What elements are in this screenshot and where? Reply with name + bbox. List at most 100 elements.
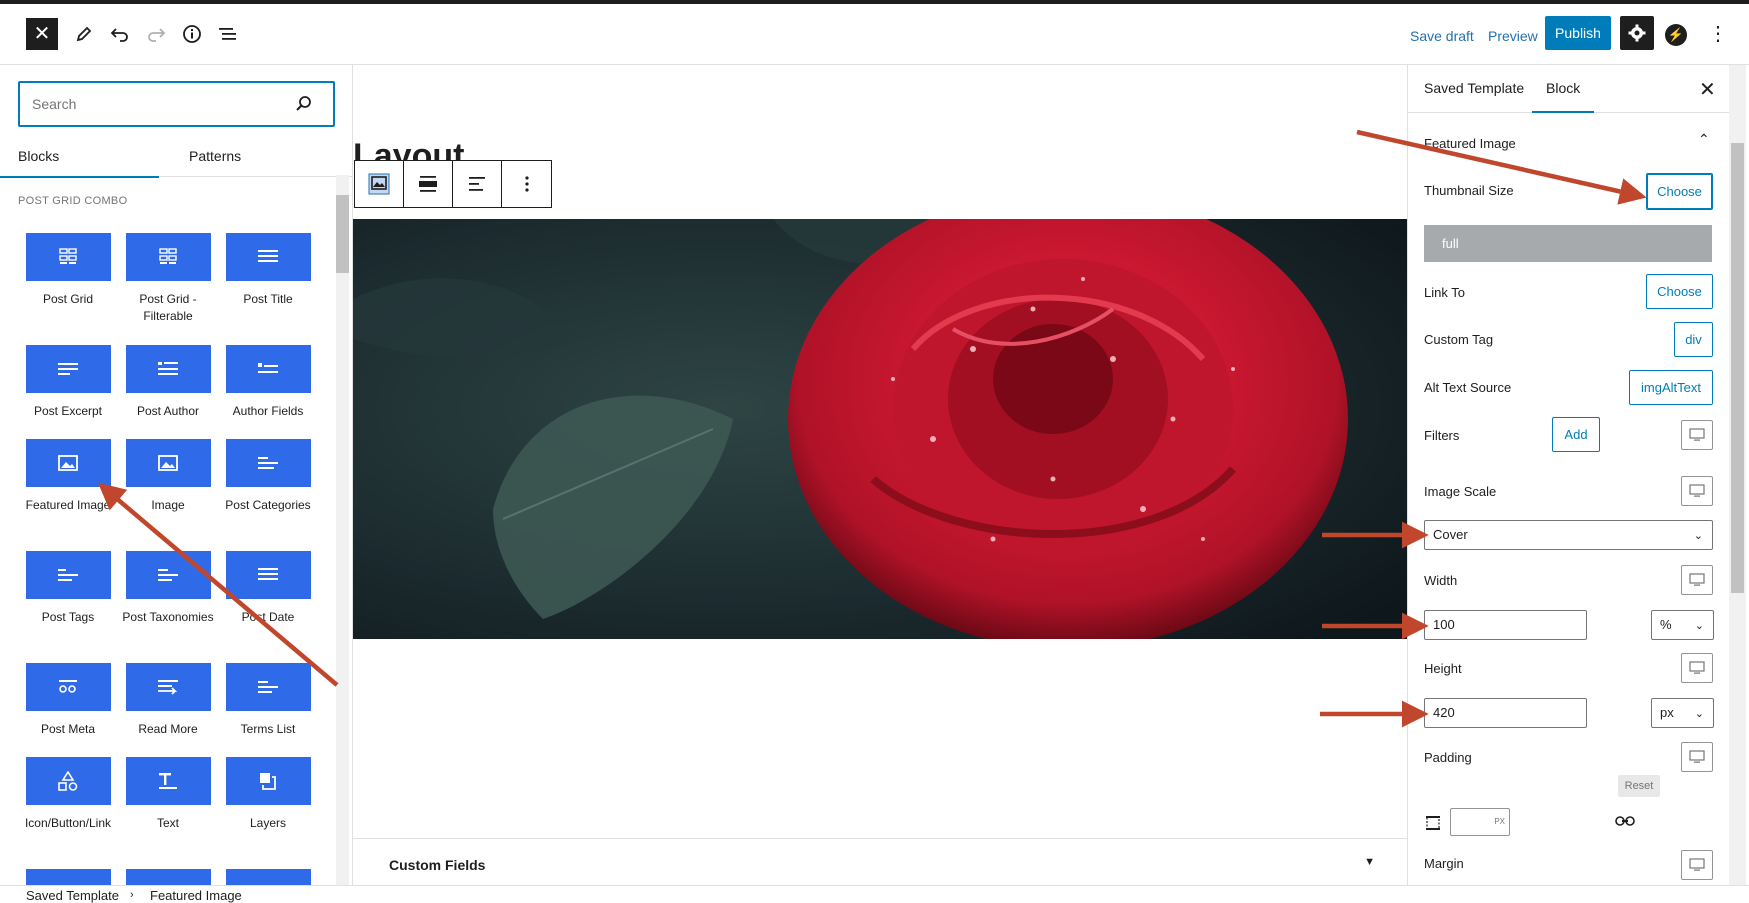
block-type-button[interactable] xyxy=(355,161,404,207)
width-input[interactable]: 100 xyxy=(1424,610,1587,640)
block-item[interactable]: Post Date xyxy=(218,551,318,626)
padding-input[interactable]: PX xyxy=(1450,808,1510,836)
block-icon xyxy=(25,869,111,885)
category-heading: POST GRID COMBO xyxy=(18,195,128,207)
responsive-device-button[interactable] xyxy=(1681,653,1713,683)
block-item[interactable]: Icon/Button/Link xyxy=(18,757,118,832)
chevron-down-icon: ⌄ xyxy=(1694,708,1704,720)
chevron-down-icon: ⌄ xyxy=(1693,530,1703,542)
responsive-device-button[interactable] xyxy=(1681,565,1713,595)
inserter-scrollbar[interactable] xyxy=(336,175,349,885)
tags-icon xyxy=(25,551,111,599)
align-wide-button[interactable] xyxy=(404,161,453,207)
featured-image-block[interactable] xyxy=(353,219,1407,639)
responsive-device-button[interactable] xyxy=(1681,476,1713,506)
inserter-scrollbar-thumb[interactable] xyxy=(336,195,349,273)
align-left-icon xyxy=(469,177,485,191)
undo-icon[interactable] xyxy=(106,20,134,48)
tab-blocks[interactable]: Blocks xyxy=(0,135,161,178)
block-item-label: Image xyxy=(151,498,185,512)
desktop-icon xyxy=(1689,750,1705,763)
chevron-up-icon[interactable]: ⌃ xyxy=(1698,131,1710,148)
block-item[interactable] xyxy=(118,869,218,885)
width-unit-select[interactable]: % ⌄ xyxy=(1651,610,1714,640)
block-item[interactable] xyxy=(218,869,318,885)
block-item-label: Post Categories xyxy=(225,498,311,512)
block-item[interactable]: Text xyxy=(118,757,218,832)
breadcrumb-item-saved-template[interactable]: Saved Template xyxy=(26,888,119,903)
block-item[interactable] xyxy=(18,869,118,885)
box-sides-icon[interactable] xyxy=(1424,814,1442,832)
tab-block[interactable]: Block xyxy=(1531,80,1595,113)
text-align-button[interactable] xyxy=(453,161,502,207)
desktop-icon xyxy=(1689,428,1705,441)
block-item[interactable]: Post Author xyxy=(118,345,218,420)
block-item[interactable]: Post Tags xyxy=(18,551,118,626)
thumbnail-size-value[interactable]: full xyxy=(1424,225,1712,262)
text-icon xyxy=(125,757,211,805)
block-icon xyxy=(125,869,211,885)
image-scale-select[interactable]: Cover ⌄ xyxy=(1424,520,1713,550)
close-icon[interactable]: ✕ xyxy=(1699,77,1716,102)
alt-text-source-button[interactable]: imgAltText xyxy=(1629,370,1713,405)
search-input[interactable] xyxy=(32,94,282,114)
block-item[interactable]: Post Excerpt xyxy=(18,345,118,420)
editor-canvas: Layout Custom Fields ▼ xyxy=(353,65,1407,885)
padding-reset-button[interactable]: Reset xyxy=(1618,775,1660,797)
terms-icon xyxy=(225,663,311,711)
block-item-label: Terms List xyxy=(240,722,296,736)
panel-title[interactable]: Featured Image xyxy=(1424,136,1516,151)
block-item-label: Post Grid - Filterable xyxy=(139,292,197,323)
responsive-device-button[interactable] xyxy=(1681,420,1713,450)
block-options-button[interactable] xyxy=(502,161,551,207)
block-item[interactable]: Post Categories xyxy=(218,439,318,514)
height-unit-select[interactable]: px ⌄ xyxy=(1651,698,1714,728)
tools-pencil-icon[interactable] xyxy=(70,20,98,48)
sidebar-scrollbar-thumb[interactable] xyxy=(1731,143,1744,593)
layers-icon xyxy=(225,757,311,805)
custom-tag-button[interactable]: div xyxy=(1674,322,1713,357)
more-options-icon[interactable]: ⋮ xyxy=(1708,24,1728,44)
alt-text-label: Alt Text Source xyxy=(1424,380,1512,395)
editor-top-bar: ✕ Save draft Preview Publish ⚡ ⋮ xyxy=(0,4,1749,65)
block-item[interactable]: Read More xyxy=(118,663,218,738)
responsive-device-button[interactable] xyxy=(1681,742,1713,772)
link-sides-icon[interactable] xyxy=(1615,814,1635,828)
tab-saved-template[interactable]: Saved Template xyxy=(1424,80,1524,96)
block-item-label: Post Meta xyxy=(40,722,96,736)
inserter-tabs: Blocks Patterns xyxy=(0,135,352,178)
align-wide-icon xyxy=(419,176,437,192)
settings-gear-button[interactable] xyxy=(1620,16,1654,50)
custom-fields-panel[interactable]: Custom Fields ▼ xyxy=(353,838,1407,885)
close-inserter-button[interactable]: ✕ xyxy=(26,18,58,50)
block-item[interactable]: Post Grid - Filterable xyxy=(118,233,218,325)
block-item[interactable]: Post Meta xyxy=(18,663,118,738)
padding-unit: PX xyxy=(1494,817,1505,826)
width-unit-value: % xyxy=(1660,617,1672,632)
redo-icon[interactable] xyxy=(142,20,170,48)
block-item-label: Text xyxy=(156,816,179,830)
block-item[interactable]: Terms List xyxy=(218,663,318,738)
jetpack-icon[interactable]: ⚡ xyxy=(1665,24,1687,46)
block-item[interactable]: Layers xyxy=(218,757,318,832)
list-view-icon[interactable] xyxy=(214,20,242,48)
preview-button[interactable]: Preview xyxy=(1488,28,1538,44)
filters-add-button[interactable]: Add xyxy=(1552,417,1600,452)
block-item[interactable]: Author Fields xyxy=(218,345,318,420)
block-item[interactable]: Image xyxy=(118,439,218,514)
link-to-choose-button[interactable]: Choose xyxy=(1646,274,1713,309)
shapes-icon xyxy=(25,757,111,805)
inserter-search[interactable] xyxy=(18,81,335,127)
block-item[interactable]: Post Taxonomies xyxy=(118,551,218,626)
details-info-icon[interactable] xyxy=(178,20,206,48)
publish-button[interactable]: Publish xyxy=(1545,16,1611,50)
block-item[interactable]: Post Title xyxy=(218,233,318,308)
responsive-device-button[interactable] xyxy=(1681,850,1713,880)
thumbnail-choose-button[interactable]: Choose xyxy=(1646,173,1713,210)
save-draft-button[interactable]: Save draft xyxy=(1410,28,1474,44)
tab-patterns[interactable]: Patterns xyxy=(189,135,241,177)
breadcrumb-item-featured-image[interactable]: Featured Image xyxy=(150,888,242,903)
height-input[interactable]: 420 xyxy=(1424,698,1587,728)
block-item[interactable]: Featured Image xyxy=(18,439,118,514)
block-item[interactable]: Post Grid xyxy=(18,233,118,308)
